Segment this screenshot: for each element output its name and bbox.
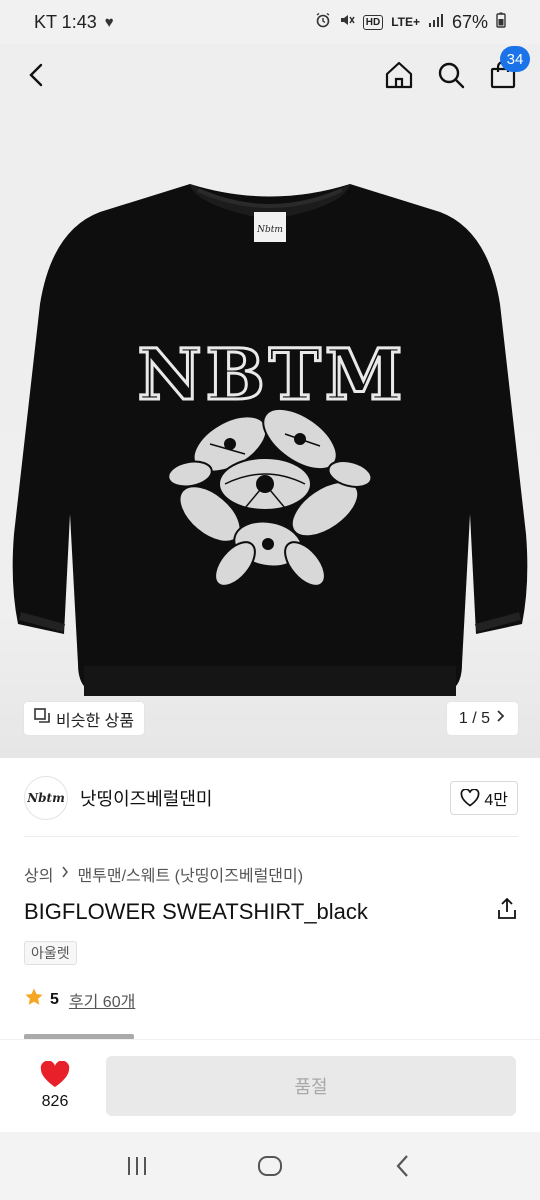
rating-score: 5 [50, 990, 59, 1008]
heart-status-icon: ♥ [104, 13, 114, 31]
mute-icon [339, 12, 355, 32]
page-indicator: 1 / 5 [458, 709, 490, 727]
heart-filled-icon [40, 1061, 70, 1087]
carrier-time: KT 1:43 [34, 11, 97, 32]
page-indicator-button[interactable]: 1 / 5 [446, 702, 518, 735]
back-button[interactable] [20, 58, 54, 92]
battery-icon [496, 12, 506, 32]
home-circle-icon [257, 1156, 282, 1176]
soldout-button[interactable]: 품절 [106, 1056, 516, 1116]
title-row: BIGFLOWER SWEATSHIRT_black [24, 897, 518, 925]
system-nav-bar [0, 1132, 540, 1200]
status-left: KT 1:43 ♥ [34, 12, 114, 33]
cart-badge: 34 [500, 46, 530, 72]
breadcrumb-category[interactable]: 상의 [24, 862, 53, 886]
brand-link[interactable]: Nbtm 낫띵이즈베럴댄미 [24, 776, 212, 820]
home-icon [385, 61, 413, 89]
system-back-icon [396, 1155, 409, 1177]
home-system-button[interactable] [250, 1146, 290, 1186]
outlet-tag: 아울렛 [24, 941, 77, 965]
bottom-purchase-bar: 826 품절 [0, 1040, 540, 1132]
share-icon [498, 897, 516, 919]
brand-name: 낫띵이즈베럴댄미 [80, 789, 213, 809]
system-back-button[interactable] [383, 1146, 423, 1186]
battery-percent: 67% [451, 11, 488, 32]
product-image-carousel[interactable]: Nbtm NBTM 비슷한 상품 1 / 5 [0, 44, 540, 758]
share-button[interactable] [496, 897, 518, 925]
back-arrow-icon [29, 63, 43, 87]
hd-icon: HD [362, 14, 384, 30]
similar-label: 비슷한 상품 [56, 712, 135, 730]
recent-apps-button[interactable] [117, 1146, 157, 1186]
breadcrumb-subcategory[interactable]: 맨투맨/스웨트 (낫띵이즈베럴댄미) [77, 862, 303, 886]
signal-icon [428, 13, 444, 31]
neck-tag-text: Nbtm [256, 225, 283, 235]
review-link[interactable]: 후기 60개 [69, 988, 135, 1012]
top-nav: 34 [0, 44, 540, 106]
print-letters: NBTM [138, 333, 407, 416]
chevron-right-icon [496, 709, 506, 728]
cart-button[interactable]: 34 [486, 46, 530, 92]
star-icon [24, 987, 44, 1012]
brand-row: Nbtm 낫띵이즈베럴댄미 4만 [24, 776, 518, 820]
brand-logo: Nbtm [24, 776, 68, 820]
product-title: BIGFLOWER SWEATSHIRT_black [24, 898, 368, 924]
status-bar: KT 1:43 ♥ HD LTE+ 67% [0, 0, 540, 44]
product-like-button[interactable]: 826 [20, 1061, 90, 1111]
nav-actions: 34 [382, 46, 530, 92]
alarm-icon [315, 12, 331, 32]
product-like-count: 826 [41, 1093, 69, 1110]
rating-row: 5 후기 60개 [24, 987, 135, 1012]
similar-icon [34, 708, 50, 729]
network-label: LTE+ [391, 15, 420, 29]
recent-apps-icon [127, 1157, 146, 1175]
search-button[interactable] [434, 58, 468, 92]
divider [24, 836, 518, 837]
similar-products-button[interactable]: 비슷한 상품 [24, 702, 145, 735]
brand-like-button[interactable]: 4만 [450, 781, 518, 815]
search-icon [438, 62, 465, 89]
home-button[interactable] [382, 58, 416, 92]
sweatshirt-image: Nbtm NBTM [12, 184, 528, 696]
breadcrumb-chevron-icon [61, 865, 69, 883]
brand-like-count: 4만 [484, 792, 508, 809]
breadcrumb: 상의 맨투맨/스웨트 (낫띵이즈베럴댄미) [24, 862, 303, 886]
status-right: HD LTE+ 67% [315, 12, 506, 33]
heart-outline-icon [460, 789, 480, 807]
